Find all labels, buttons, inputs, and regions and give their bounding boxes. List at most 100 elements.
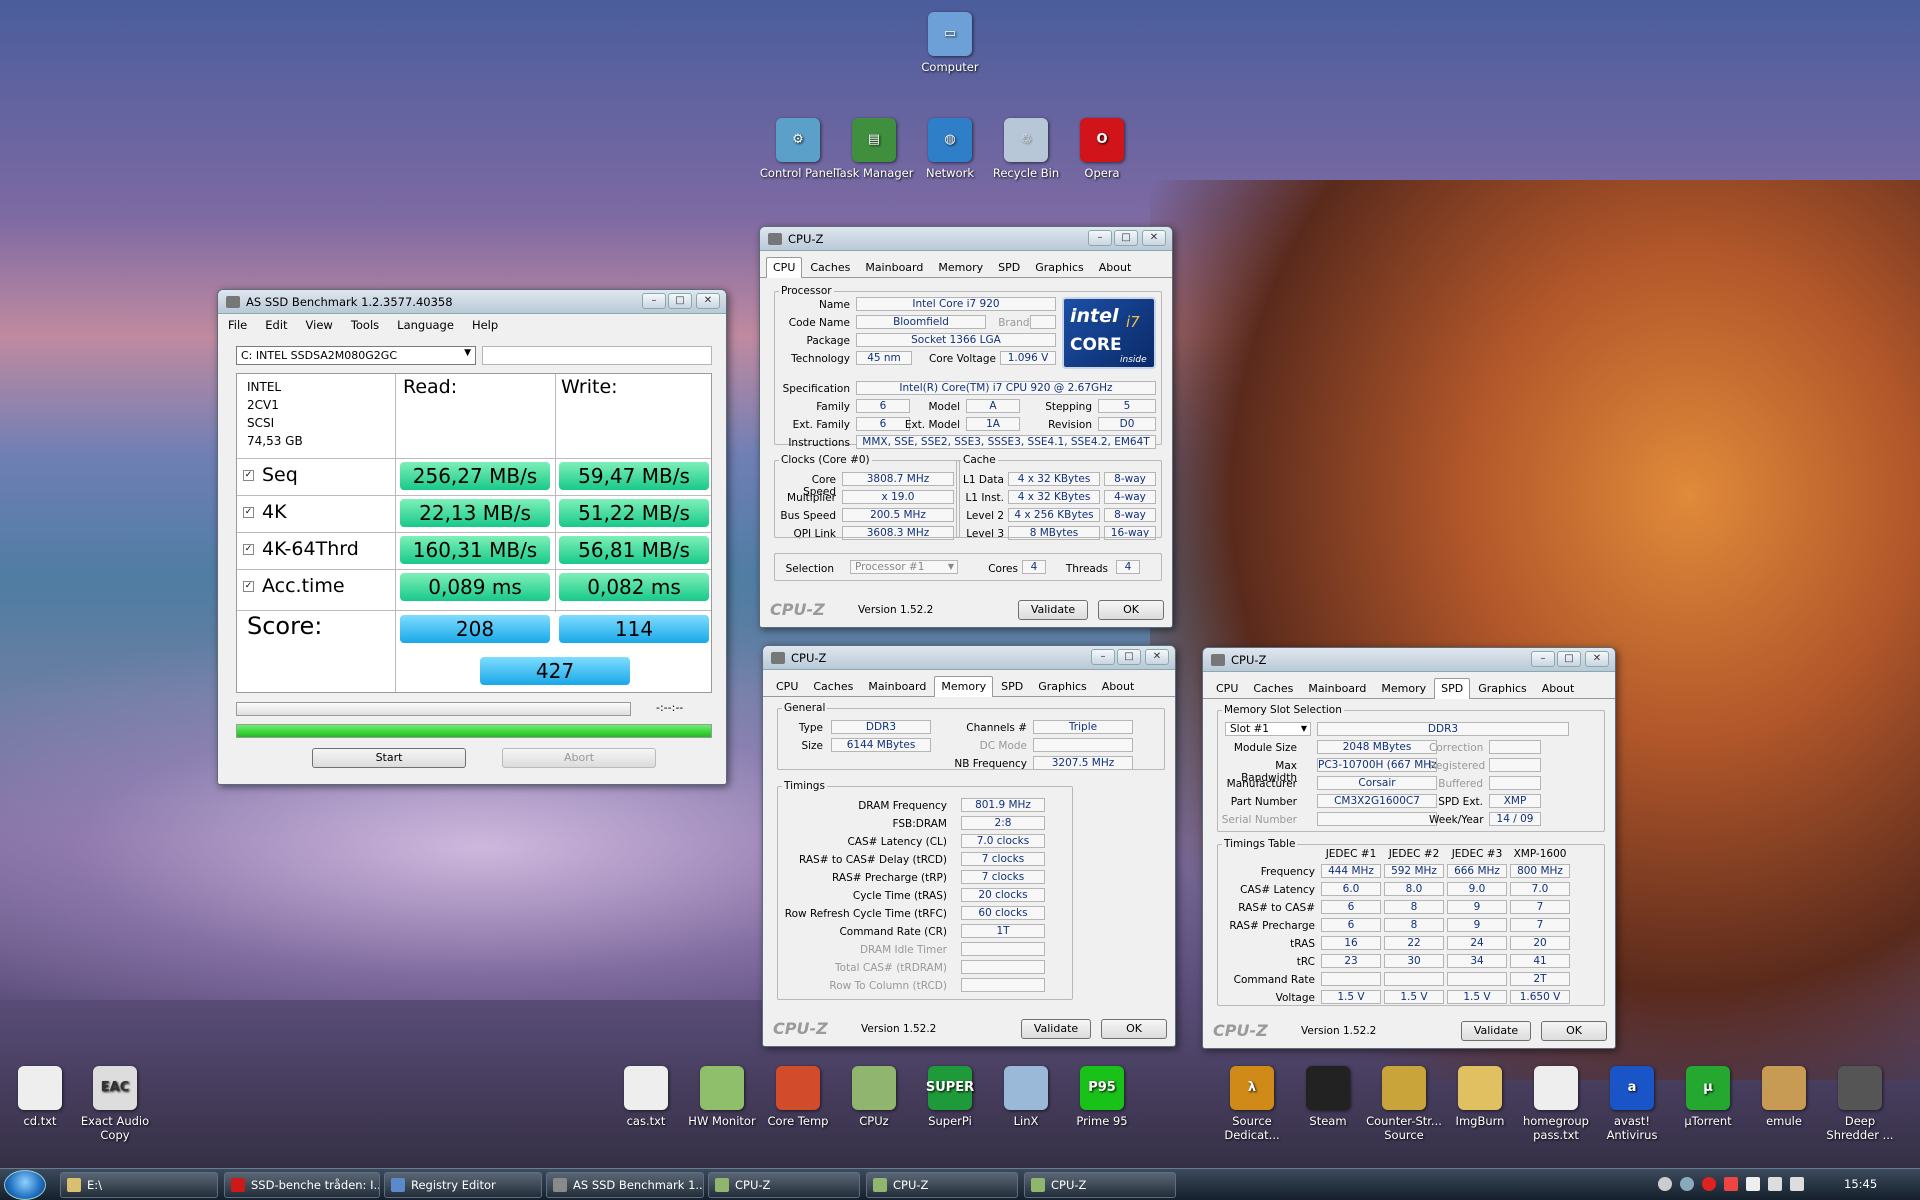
desktop-icon-control-panel[interactable]: ⚙ Control Panel: [758, 118, 838, 180]
desktop-icon-recycle-bin[interactable]: ♲ Recycle Bin: [986, 118, 1066, 180]
start-button[interactable]: Start: [312, 748, 466, 768]
tab-mainboard[interactable]: Mainboard: [858, 257, 930, 277]
validate-button[interactable]: Validate: [1018, 600, 1088, 620]
taskbar-item[interactable]: CPU-Z: [708, 1172, 860, 1198]
maximize-button[interactable]: □: [1114, 230, 1138, 246]
start-button[interactable]: [4, 1170, 46, 1200]
tab-memory[interactable]: Memory: [934, 676, 994, 697]
extra-input[interactable]: [482, 346, 712, 365]
desktop-shortcut[interactable]: Deep Shredder ...: [1820, 1066, 1900, 1142]
desktop-icon-opera[interactable]: O Opera: [1062, 118, 1142, 180]
desktop-shortcut[interactable]: λ Source Dedicat...: [1212, 1066, 1292, 1142]
tab-memory[interactable]: Memory: [931, 257, 990, 277]
desktop-shortcut[interactable]: EAC Exact Audio Copy: [75, 1066, 155, 1142]
close-button[interactable]: ✕: [1142, 230, 1166, 246]
desktop-shortcut[interactable]: homegroup pass.txt: [1516, 1066, 1596, 1142]
tab-spd[interactable]: SPD: [991, 257, 1027, 277]
network-tray-icon[interactable]: [1680, 1177, 1694, 1191]
desktop-shortcut[interactable]: a avast! Antivirus: [1592, 1066, 1672, 1142]
tab-cpu[interactable]: CPU: [769, 676, 805, 696]
menu-item-file[interactable]: File: [228, 318, 247, 332]
tab-graphics[interactable]: Graphics: [1031, 676, 1094, 696]
shortcut-icon: [1838, 1066, 1882, 1110]
flag-icon[interactable]: [1746, 1177, 1760, 1191]
tab-cpu[interactable]: CPU: [1209, 678, 1245, 698]
write-result: 0,082 ms: [559, 573, 709, 601]
opera-tray-icon[interactable]: [1702, 1177, 1716, 1191]
desktop-shortcut[interactable]: CPUz: [834, 1066, 914, 1128]
maximize-button[interactable]: □: [668, 293, 692, 309]
close-button[interactable]: ✕: [696, 293, 720, 309]
monitor-tray-icon[interactable]: [1768, 1177, 1782, 1191]
validate-button[interactable]: Validate: [1461, 1021, 1531, 1041]
desktop-shortcut[interactable]: Steam: [1288, 1066, 1368, 1128]
tab-graphics[interactable]: Graphics: [1028, 257, 1091, 277]
volume-icon[interactable]: [1790, 1177, 1804, 1191]
menu-item-view[interactable]: View: [306, 318, 333, 332]
taskbar-item[interactable]: AS SSD Benchmark 1....: [546, 1172, 704, 1198]
tab-about[interactable]: About: [1535, 678, 1582, 698]
desktop-icon-computer[interactable]: ▭ Computer: [910, 12, 990, 74]
desktop-shortcut[interactable]: ImgBurn: [1440, 1066, 1520, 1128]
desktop-icon-network[interactable]: ◍ Network: [910, 118, 990, 180]
steam-tray-icon[interactable]: [1658, 1177, 1672, 1191]
clock[interactable]: 15:45: [1844, 1177, 1877, 1191]
minimize-button[interactable]: –: [642, 293, 666, 309]
tab-spd[interactable]: SPD: [1434, 678, 1471, 699]
test-checkbox[interactable]: ✓: [243, 507, 254, 518]
ok-button[interactable]: OK: [1098, 600, 1164, 620]
test-checkbox[interactable]: ✓: [243, 470, 254, 481]
slot-select[interactable]: Slot #1 ▼: [1225, 722, 1311, 736]
tab-caches[interactable]: Caches: [803, 257, 857, 277]
drive-select[interactable]: C: INTEL SSDSA2M080G2GC ▼: [236, 346, 476, 365]
desktop-icon-task-manager[interactable]: ▤ Task Manager: [834, 118, 914, 180]
tab-mainboard[interactable]: Mainboard: [861, 676, 933, 696]
field-label: Name: [819, 299, 850, 311]
desktop-shortcut[interactable]: cd.txt: [0, 1066, 80, 1128]
desktop-shortcut[interactable]: µ µTorrent: [1668, 1066, 1748, 1128]
taskbar-item[interactable]: Registry Editor: [384, 1172, 542, 1198]
maximize-button[interactable]: □: [1117, 649, 1141, 665]
desktop-shortcut[interactable]: Counter-Str... Source: [1364, 1066, 1444, 1142]
desktop-shortcut[interactable]: Core Temp: [758, 1066, 838, 1128]
ok-button[interactable]: OK: [1541, 1021, 1607, 1041]
close-button[interactable]: ✕: [1585, 651, 1609, 667]
menu-item-tools[interactable]: Tools: [351, 318, 379, 332]
field-value: 7 clocks: [961, 870, 1045, 884]
tab-mainboard[interactable]: Mainboard: [1301, 678, 1373, 698]
taskbar-item[interactable]: E:\: [60, 1172, 218, 1198]
taskbar-item[interactable]: CPU-Z: [866, 1172, 1018, 1198]
minimize-button[interactable]: –: [1091, 649, 1115, 665]
desktop-shortcut[interactable]: HW Monitor: [682, 1066, 762, 1128]
minimize-button[interactable]: –: [1088, 230, 1112, 246]
abort-button[interactable]: Abort: [502, 748, 656, 768]
close-button[interactable]: ✕: [1145, 649, 1169, 665]
tab-spd[interactable]: SPD: [994, 676, 1030, 696]
tab-about[interactable]: About: [1092, 257, 1139, 277]
taskbar-item[interactable]: CPU-Z: [1024, 1172, 1176, 1198]
desktop-shortcut[interactable]: SUPER SuperPi: [910, 1066, 990, 1128]
minimize-button[interactable]: –: [1531, 651, 1555, 667]
test-checkbox[interactable]: ✓: [243, 544, 254, 555]
timings-legend: Timings: [784, 780, 825, 792]
desktop-shortcut[interactable]: cas.txt: [606, 1066, 686, 1128]
desktop-shortcut[interactable]: P95 Prime 95: [1062, 1066, 1142, 1128]
tab-memory[interactable]: Memory: [1374, 678, 1433, 698]
menu-item-help[interactable]: Help: [472, 318, 498, 332]
antivirus-tray-icon[interactable]: [1724, 1177, 1738, 1191]
tab-caches[interactable]: Caches: [1246, 678, 1300, 698]
menu-item-edit[interactable]: Edit: [265, 318, 287, 332]
tab-caches[interactable]: Caches: [806, 676, 860, 696]
tab-strip: CPU Caches Mainboard Memory SPD Graphics About: [1203, 672, 1615, 699]
validate-button[interactable]: Validate: [1021, 1019, 1091, 1039]
test-checkbox[interactable]: ✓: [243, 581, 254, 592]
menu-item-language[interactable]: Language: [397, 318, 454, 332]
tab-cpu[interactable]: CPU: [766, 257, 803, 278]
taskbar-item[interactable]: SSD-benche tråden: I...: [224, 1172, 380, 1198]
maximize-button[interactable]: □: [1557, 651, 1581, 667]
ok-button[interactable]: OK: [1101, 1019, 1167, 1039]
tab-about[interactable]: About: [1095, 676, 1142, 696]
desktop-shortcut[interactable]: emule: [1744, 1066, 1824, 1128]
tab-graphics[interactable]: Graphics: [1471, 678, 1534, 698]
desktop-shortcut[interactable]: LinX: [986, 1066, 1066, 1128]
